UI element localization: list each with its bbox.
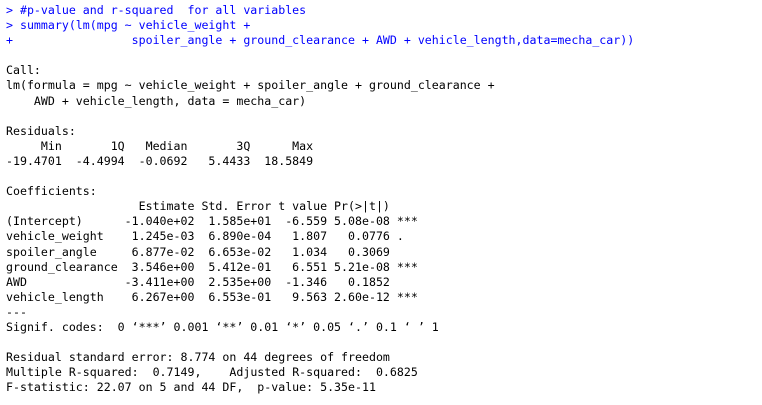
residual-standard-error-line: Residual standard error: 8.774 on 44 deg… <box>6 350 390 365</box>
separator-line: --- <box>6 304 27 319</box>
coefficient-row-awd: AWD -3.411e+00 2.535e+00 -1.346 0.1852 <box>6 274 418 289</box>
residuals-values-row: -19.4701 -4.4994 -0.0692 5.4433 18.5849 <box>6 153 321 168</box>
coefficients-column-headers: Estimate Std. Error t value Pr(>|t|) <box>6 199 418 214</box>
call-formula-line: AWD + vehicle_length, data = mecha_car) <box>6 93 307 108</box>
coefficient-row-vehicle-weight: vehicle_weight 1.245e-03 6.890e-04 1.807… <box>6 229 418 244</box>
coefficients-header: Coefficients: <box>6 184 97 199</box>
coefficient-row-ground-clearance: ground_clearance 3.546e+00 5.412e-01 6.5… <box>6 259 418 274</box>
signif-codes-line: Signif. codes: 0 ‘***’ 0.001 ‘**’ 0.01 ‘… <box>6 319 439 334</box>
r-squared-line: Multiple R-squared: 0.7149, Adjusted R-s… <box>6 365 425 380</box>
residuals-labels-row: Min 1Q Median 3Q Max <box>6 138 321 153</box>
console-command-continuation: + spoiler_angle + ground_clearance + AWD… <box>6 33 635 48</box>
console-command-summary: > summary(lm(mpg ~ vehicle_weight + <box>6 18 251 33</box>
call-header: Call: <box>6 63 41 78</box>
f-statistic-line: F-statistic: 22.07 on 5 and 44 DF, p-val… <box>6 380 376 395</box>
coefficient-row-vehicle-length: vehicle_length 6.267e+00 6.553e-01 9.563… <box>6 289 418 304</box>
r-console-output: > #p-value and r-squared for all variabl… <box>6 3 760 395</box>
residuals-header: Residuals: <box>6 123 76 138</box>
console-command-comment: > #p-value and r-squared for all variabl… <box>6 3 307 17</box>
coefficient-row-intercept: (Intercept) -1.040e+02 1.585e+01 -6.559 … <box>6 214 418 229</box>
coefficient-row-spoiler-angle: spoiler_angle 6.877e-02 6.653e-02 1.034 … <box>6 244 418 259</box>
call-formula-line: lm(formula = mpg ~ vehicle_weight + spoi… <box>6 78 502 93</box>
